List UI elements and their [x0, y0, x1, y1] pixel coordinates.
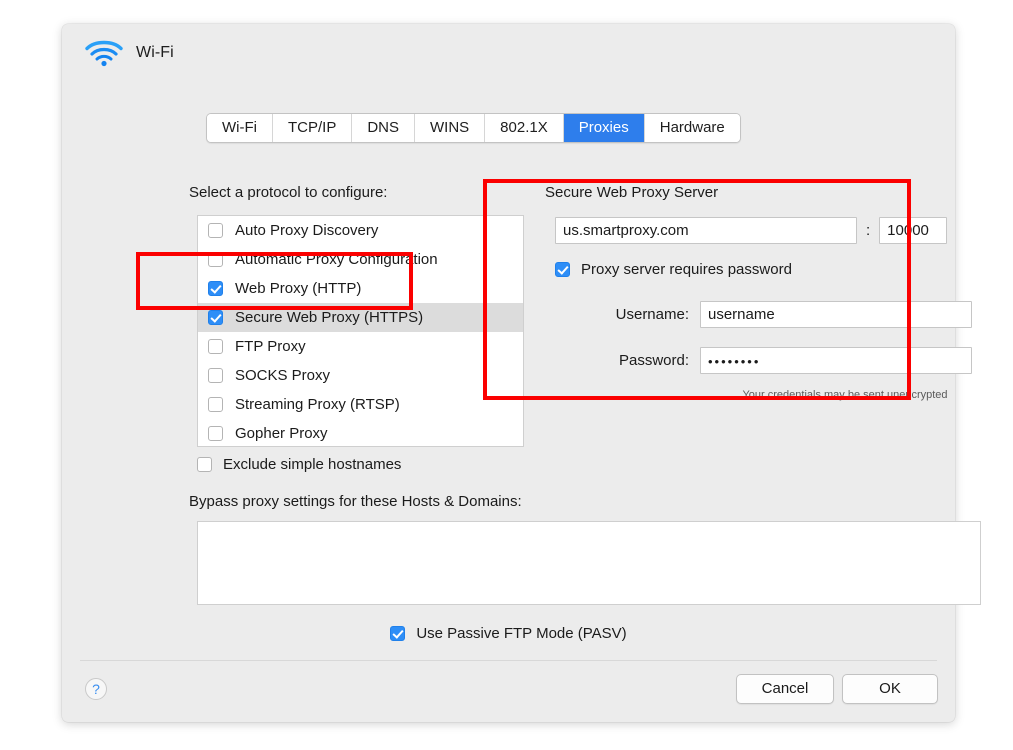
passive-ftp-row[interactable]: Use Passive FTP Mode (PASV)	[80, 625, 937, 642]
protocol-label: Automatic Proxy Configuration	[235, 251, 438, 268]
bypass-hosts-textarea[interactable]	[197, 521, 981, 605]
protocol-row[interactable]: Automatic Proxy Configuration	[198, 245, 523, 274]
host-port-separator: :	[866, 222, 871, 239]
password-label: Password:	[618, 352, 689, 369]
credentials-warning-note: Your credentials may be sent unencrypted	[742, 389, 948, 401]
protocol-row[interactable]: SOCKS Proxy	[198, 361, 523, 390]
exclude-simple-hostnames-label: Exclude simple hostnames	[223, 456, 402, 473]
tab-tcp-ip[interactable]: TCP/IP	[272, 114, 353, 142]
tab-proxies[interactable]: Proxies	[563, 114, 645, 142]
username-label: Username:	[615, 306, 689, 323]
bypass-label: Bypass proxy settings for these Hosts & …	[189, 493, 522, 510]
exclude-simple-hostnames-row[interactable]: Exclude simple hostnames	[197, 456, 401, 473]
host-port-row: us.smartproxy.com : 10000	[555, 217, 948, 244]
passive-ftp-label: Use Passive FTP Mode (PASV)	[416, 625, 627, 642]
protocol-label: Gopher Proxy	[235, 425, 328, 442]
passive-ftp-checkbox[interactable]	[390, 626, 406, 641]
dialog-title-row: Wi-Fi	[62, 24, 955, 80]
protocol-label: Web Proxy (HTTP)	[235, 280, 362, 297]
protocol-checkbox[interactable]	[208, 368, 223, 383]
proxies-panel: Select a protocol to configure: Auto Pro…	[80, 131, 981, 677]
cancel-button[interactable]: Cancel	[736, 674, 834, 704]
wifi-icon	[84, 38, 124, 68]
protocol-checkbox[interactable]	[208, 223, 223, 238]
protocol-checkbox[interactable]	[208, 281, 223, 296]
page-title: Wi-Fi	[136, 44, 174, 61]
requires-password-checkbox[interactable]	[555, 262, 570, 277]
help-button[interactable]: ?	[85, 678, 107, 700]
protocol-row[interactable]: Web Proxy (HTTP)	[198, 274, 523, 303]
password-input[interactable]: ••••••••	[700, 347, 972, 374]
protocol-checkbox[interactable]	[208, 397, 223, 412]
username-row: Username: username	[579, 301, 972, 328]
footer-divider	[80, 660, 937, 661]
tab-bar-container: Wi-Fi TCP/IP DNS WINS 802.1X Proxies Hardware	[62, 88, 955, 143]
protocol-row[interactable]: FTP Proxy	[198, 332, 523, 361]
server-section-title: Secure Web Proxy Server	[545, 184, 719, 201]
protocol-label: Streaming Proxy (RTSP)	[235, 396, 400, 413]
protocol-checkbox[interactable]	[208, 310, 223, 325]
protocol-row[interactable]: Auto Proxy Discovery	[198, 216, 523, 245]
tab-wins[interactable]: WINS	[415, 114, 486, 142]
proxy-port-input[interactable]: 10000	[879, 217, 948, 244]
tab-802-1x[interactable]: 802.1X	[485, 114, 564, 142]
tab-dns[interactable]: DNS	[352, 114, 415, 142]
requires-password-row[interactable]: Proxy server requires password	[555, 261, 792, 278]
protocol-checkbox[interactable]	[208, 339, 223, 354]
protocol-label: SOCKS Proxy	[235, 367, 331, 384]
dialog-footer: ? Cancel OK	[62, 660, 955, 722]
requires-password-label: Proxy server requires password	[581, 261, 792, 278]
tab-hardware[interactable]: Hardware	[644, 114, 740, 142]
protocol-row[interactable]: Secure Web Proxy (HTTPS)	[198, 303, 523, 332]
tab-wi-fi[interactable]: Wi-Fi	[207, 114, 273, 142]
protocol-list[interactable]: Auto Proxy Discovery Automatic Proxy Conf…	[197, 215, 524, 447]
protocol-row[interactable]: Streaming Proxy (RTSP)	[198, 390, 523, 419]
ok-button[interactable]: OK	[842, 674, 938, 704]
wifi-proxies-dialog: Wi-Fi Wi-Fi TCP/IP DNS WINS 802.1X Proxies Har…	[62, 24, 981, 722]
password-row: Password: ••••••••	[579, 347, 972, 374]
exclude-simple-hostnames-checkbox[interactable]	[197, 457, 212, 472]
protocol-list-label: Select a protocol to configure:	[189, 184, 388, 201]
protocol-row[interactable]: Gopher Proxy	[198, 419, 523, 446]
protocol-checkbox[interactable]	[208, 426, 223, 441]
protocol-label: Auto Proxy Discovery	[235, 222, 379, 239]
username-input[interactable]: username	[700, 301, 972, 328]
protocol-label: FTP Proxy	[235, 338, 306, 355]
protocol-label: Secure Web Proxy (HTTPS)	[235, 309, 424, 326]
tab-bar: Wi-Fi TCP/IP DNS WINS 802.1X Proxies Hardware	[206, 113, 741, 143]
proxy-host-input[interactable]: us.smartproxy.com	[555, 217, 857, 244]
protocol-checkbox[interactable]	[208, 252, 223, 267]
